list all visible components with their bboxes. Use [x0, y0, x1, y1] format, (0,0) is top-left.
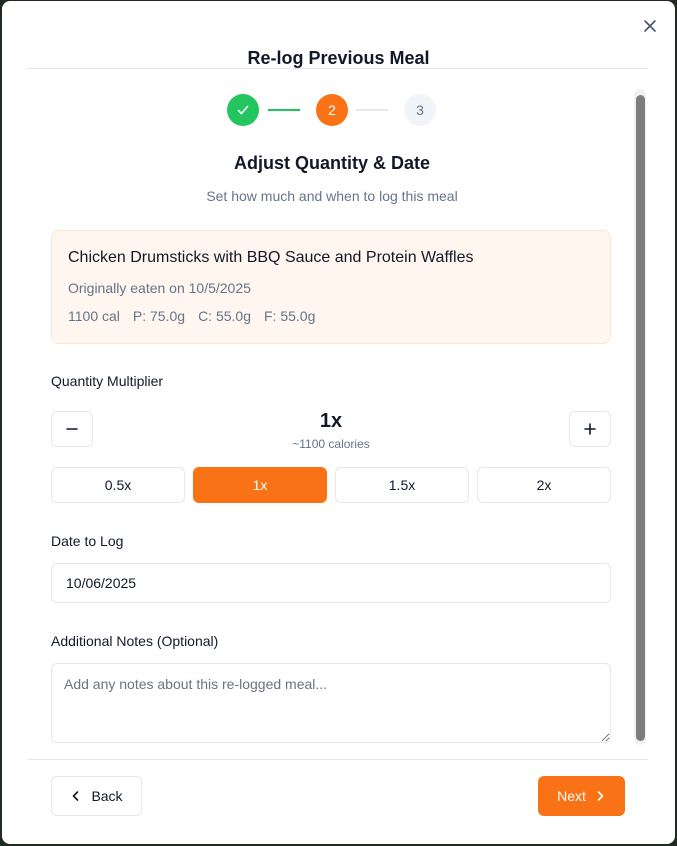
chevron-right-icon — [597, 791, 604, 801]
meal-carbs: C: 55.0g — [198, 308, 251, 324]
increase-quantity-button[interactable] — [569, 411, 611, 447]
back-button-label: Back — [91, 788, 123, 804]
stepper: 2 3 — [227, 94, 437, 126]
preset-1-5x-button[interactable]: 1.5x — [335, 467, 469, 503]
step-3-upcoming: 3 — [404, 94, 436, 126]
check-icon — [237, 105, 249, 115]
meal-calories: 1100 cal — [68, 308, 120, 324]
step-subheading: Set how much and when to log this meal — [206, 188, 458, 204]
meal-macros: 1100 cal P: 75.0g C: 55.0g F: 55.0g — [68, 308, 594, 324]
step-heading: Adjust Quantity & Date — [233, 153, 430, 173]
meal-original-date: Originally eaten on 10/5/2025 — [68, 280, 251, 296]
chevron-left-icon — [73, 791, 79, 801]
footer-divider — [28, 759, 648, 760]
notes-textarea[interactable] — [51, 663, 611, 743]
relog-meal-dialog: Re-log Previous Meal 2 3 Adjust Quantity… — [2, 1, 675, 844]
meal-fat: F: 55.0g — [264, 308, 316, 324]
dialog-title: Re-log Previous Meal — [247, 48, 430, 68]
next-button-label: Next — [557, 788, 586, 804]
back-button[interactable]: Back — [51, 776, 142, 816]
date-input[interactable]: 10/06/2025 — [51, 563, 611, 603]
quantity-value: 1x — [319, 410, 343, 432]
preset-0-5x-button[interactable]: 0.5x — [51, 467, 185, 503]
step-2-current: 2 — [316, 94, 348, 126]
date-label: Date to Log — [51, 533, 124, 549]
close-button[interactable] — [639, 15, 661, 37]
meal-protein: P: 75.0g — [132, 308, 186, 324]
plus-icon — [584, 423, 596, 435]
meal-summary-card: Chicken Drumsticks with BBQ Sauce and Pr… — [51, 230, 611, 344]
close-icon — [644, 20, 656, 32]
preset-2x-button[interactable]: 2x — [477, 467, 611, 503]
quantity-label: Quantity Multiplier — [51, 373, 164, 389]
scrollbar-thumb[interactable] — [636, 95, 645, 741]
step-connector-2 — [356, 109, 388, 111]
step-connector-1 — [268, 109, 300, 111]
quantity-calories: ~1100 calories — [292, 437, 370, 451]
next-button[interactable]: Next — [538, 776, 625, 816]
step-1-complete — [227, 94, 259, 126]
preset-1x-button[interactable]: 1x — [193, 467, 327, 503]
meal-name: Chicken Drumsticks with BBQ Sauce and Pr… — [68, 249, 474, 266]
notes-label: Additional Notes (Optional) — [51, 633, 219, 649]
title-divider — [28, 68, 648, 69]
